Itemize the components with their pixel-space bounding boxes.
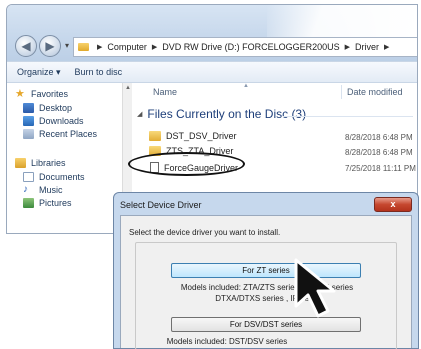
titlebar-highlight [267, 5, 417, 37]
recent-places-icon [23, 129, 34, 139]
sidebar-item-favorites[interactable]: ★ Favorites [15, 88, 69, 100]
documents-icon [23, 172, 34, 182]
scroll-up-icon[interactable]: ▲ [125, 85, 131, 91]
group-header[interactable]: ◢ Files Currently on the Disc (3) [137, 107, 306, 121]
group-label: Files Currently on the Disc (3) [147, 107, 307, 121]
chevron-right-icon[interactable]: ▶ [345, 43, 350, 51]
downloads-icon [23, 116, 34, 126]
breadcrumb-item[interactable]: DVD RW Drive (D:) FORCELOGGER200US [162, 42, 339, 52]
sidebar-item-music[interactable]: ♪ Music [23, 184, 63, 196]
column-header-name[interactable]: Name [153, 87, 177, 97]
select-driver-dialog: Select Device Driver x Select the device… [113, 192, 419, 349]
sidebar-item-label: Libraries [31, 158, 66, 168]
pictures-icon [23, 198, 34, 208]
dialog-body: Select the device driver you want to ins… [120, 215, 412, 349]
sidebar-item-desktop[interactable]: Desktop [23, 103, 72, 113]
mouse-pointer-icon [294, 258, 336, 318]
back-arrow-icon[interactable]: ◀ [15, 35, 37, 57]
file-date: 7/25/2018 11:11 PM [345, 164, 416, 173]
libraries-icon [15, 158, 26, 168]
file-date: 8/28/2018 6:48 PM [345, 148, 413, 157]
command-bar: Organize ▾ Burn to disc [7, 61, 417, 83]
file-name: DST_DSV_Driver [166, 131, 237, 141]
sidebar-item-documents[interactable]: Documents [23, 172, 85, 182]
chevron-right-icon[interactable]: ▶ [384, 43, 389, 51]
chevron-right-icon[interactable]: ▶ [97, 43, 102, 51]
history-dropdown-icon[interactable]: ▾ [65, 41, 69, 50]
sidebar-item-label: Pictures [39, 198, 72, 208]
column-divider[interactable] [341, 85, 342, 99]
column-header-date[interactable]: Date modified [347, 87, 403, 97]
organize-button[interactable]: Organize ▾ [17, 67, 61, 78]
breadcrumb-item[interactable]: Driver [355, 42, 379, 52]
file-date: 8/28/2018 6:48 PM [345, 133, 413, 142]
collapse-triangle-icon[interactable]: ◢ [137, 110, 142, 118]
star-icon: ★ [15, 88, 25, 100]
sidebar-item-libraries[interactable]: Libraries [15, 158, 66, 168]
sidebar-item-label: Recent Places [39, 129, 98, 139]
sidebar-item-label: Documents [39, 172, 85, 182]
desktop-icon [23, 103, 34, 113]
sidebar-item-label: Music [39, 185, 63, 195]
sidebar-item-pictures[interactable]: Pictures [23, 198, 72, 208]
sidebar-item-downloads[interactable]: Downloads [23, 116, 84, 126]
breadcrumb-item[interactable]: Computer [107, 42, 147, 52]
sidebar-item-recent-places[interactable]: Recent Places [23, 129, 97, 139]
screenshot-root: ◀ ▶ ▾ ▶ Computer ▶ DVD RW Drive (D:) FOR… [0, 0, 421, 349]
highlight-circle [128, 152, 245, 176]
folder-icon [78, 43, 89, 51]
sort-arrow-icon: ▲ [243, 83, 249, 89]
forward-arrow-icon[interactable]: ▶ [39, 35, 61, 57]
list-item[interactable]: DST_DSV_Driver [149, 131, 237, 141]
dialog-title: Select Device Driver [120, 200, 202, 210]
music-note-icon: ♪ [23, 184, 28, 195]
navigation-pane: ★ Favorites Desktop Downloads Recent Pla… [7, 83, 122, 233]
sidebar-item-label: Desktop [39, 103, 73, 113]
sidebar-item-label: Downloads [39, 116, 84, 126]
address-bar[interactable]: ▶ Computer ▶ DVD RW Drive (D:) FORCELOGG… [73, 37, 417, 57]
burn-to-disc-button[interactable]: Burn to disc [75, 67, 123, 77]
sidebar-item-label: Favorites [31, 89, 69, 99]
folder-icon [149, 131, 161, 141]
dialog-prompt: Select the device driver you want to ins… [129, 228, 281, 237]
close-icon[interactable]: x [374, 197, 412, 212]
chevron-right-icon[interactable]: ▶ [152, 43, 157, 51]
dsv-models-line: Models included: DST/DSV series [166, 337, 288, 346]
group-divider [283, 116, 413, 117]
